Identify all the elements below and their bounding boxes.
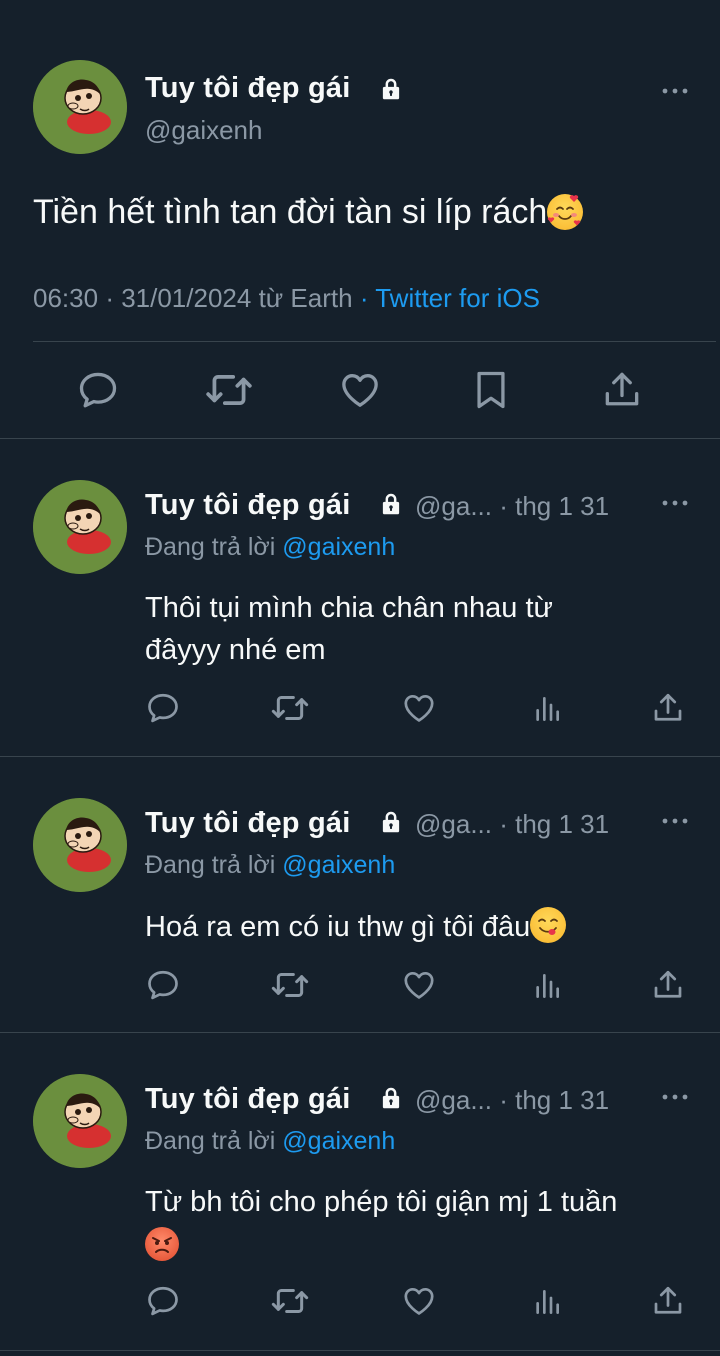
like-icon[interactable] (401, 1283, 437, 1319)
replying-to-mention[interactable]: @gaixenh (282, 851, 395, 879)
like-icon[interactable] (401, 967, 437, 1003)
tweet-text-content: Tiền hết tình tan đời tàn si líp rách (33, 193, 548, 231)
tweet-date[interactable]: 31/01/2024 (121, 283, 251, 313)
tweet-text-line: Từ bh tôi cho phép tôi giận mj 1 tuần (145, 1186, 618, 1218)
replying-to-mention[interactable]: @gaixenh (282, 533, 395, 561)
replying-to: Đang trả lời @gaixenh (145, 533, 395, 562)
bookmark-icon[interactable] (469, 368, 513, 412)
meta-separator-dot: · (359, 283, 376, 313)
avatar[interactable] (33, 798, 127, 892)
avatar-image (33, 60, 127, 154)
share-icon[interactable] (650, 690, 686, 726)
views-icon[interactable] (531, 1286, 563, 1318)
display-name[interactable]: Tuy tôi đẹp gái (145, 807, 350, 840)
lock-icon (378, 1085, 404, 1111)
more-options-icon[interactable] (661, 87, 689, 95)
angry-face-icon (145, 1227, 179, 1261)
views-icon[interactable] (531, 693, 563, 725)
tweet-text: Tiền hết tình tan đời tàn si líp rách (33, 193, 584, 232)
display-name[interactable]: Tuy tôi đẹp gái (145, 1083, 350, 1116)
replying-to: Đang trả lời @gaixenh (145, 851, 395, 880)
avatar-image (33, 480, 127, 574)
like-icon[interactable] (401, 690, 437, 726)
retweet-icon[interactable] (270, 1281, 310, 1321)
reply-icon[interactable] (145, 967, 181, 1003)
divider (0, 438, 720, 439)
user-handle: @ga... · thg 1 31 (415, 491, 609, 522)
tweet-text-line: Thôi tụi mình chia chân nhau từ (145, 592, 553, 624)
meta-separator: · (499, 809, 516, 839)
tweet-date[interactable]: thg 1 31 (515, 809, 609, 839)
display-name[interactable]: Tuy tôi đẹp gái (145, 489, 350, 522)
more-options-icon[interactable] (661, 817, 689, 825)
tweet-text: Từ bh tôi cho phép tôi giận mj 1 tuần (145, 1181, 705, 1265)
replying-to-label: Đang trả lời (145, 1127, 283, 1155)
tweet-text-line: Hoá ra em có iu thw gì tôi đâu (145, 911, 531, 943)
avatar[interactable] (33, 1074, 127, 1168)
user-handle: @ga... · thg 1 31 (415, 809, 609, 840)
tweet-date[interactable]: thg 1 31 (515, 1085, 609, 1115)
meta-separator: · (499, 491, 516, 521)
avatar[interactable] (33, 60, 127, 154)
more-options-icon[interactable] (661, 1093, 689, 1101)
divider (33, 341, 716, 342)
views-icon[interactable] (531, 970, 563, 1002)
tweet-source-link[interactable]: Twitter for iOS (375, 283, 540, 313)
tweet-emoji-line (145, 1223, 705, 1265)
user-handle-short[interactable]: @ga... (415, 809, 492, 839)
like-icon[interactable] (338, 368, 382, 412)
divider (0, 1350, 720, 1351)
share-icon[interactable] (650, 967, 686, 1003)
divider (0, 756, 720, 757)
lock-icon (378, 76, 404, 102)
tweet-date[interactable]: thg 1 31 (515, 491, 609, 521)
tweet-text-line: đâyyy nhé em (145, 634, 326, 666)
tweet-time[interactable]: 06:30 (33, 283, 98, 313)
replying-to-label: Đang trả lời (145, 533, 283, 561)
avatar[interactable] (33, 480, 127, 574)
replying-to-label: Đang trả lời (145, 851, 283, 879)
user-handle-short[interactable]: @ga... (415, 1085, 492, 1115)
retweet-icon[interactable] (204, 365, 254, 415)
replying-to-mention[interactable]: @gaixenh (282, 1127, 395, 1155)
replying-to: Đang trả lời @gaixenh (145, 1127, 395, 1156)
share-icon[interactable] (600, 368, 644, 412)
avatar-image (33, 1074, 127, 1168)
smiling-face-with-hearts-icon (547, 194, 584, 230)
more-options-icon[interactable] (661, 499, 689, 507)
divider (0, 1032, 720, 1033)
user-handle[interactable]: @gaixenh (145, 115, 262, 146)
avatar-image (33, 798, 127, 892)
meta-separator: · (105, 283, 122, 313)
tweet-text: Hoá ra em có iu thw gì tôi đâu (145, 906, 705, 948)
retweet-icon[interactable] (270, 965, 310, 1005)
display-name[interactable]: Tuy tôi đẹp gái (145, 72, 350, 105)
tweet-meta: 06:30 · 31/01/2024 từ Earth · Twitter fo… (33, 283, 540, 314)
user-handle: @ga... · thg 1 31 (415, 1085, 609, 1116)
user-handle-short[interactable]: @ga... (415, 491, 492, 521)
face-savoring-food-icon (530, 907, 567, 943)
lock-icon (378, 809, 404, 835)
tweet-location: từ Earth (258, 283, 353, 313)
share-icon[interactable] (650, 1283, 686, 1319)
reply-icon[interactable] (76, 368, 120, 412)
lock-icon (378, 491, 404, 517)
meta-separator: · (499, 1085, 516, 1115)
reply-icon[interactable] (145, 1283, 181, 1319)
tweet-text: Thôi tụi mình chia chân nhau từ đâyyy nh… (145, 587, 705, 671)
retweet-icon[interactable] (270, 688, 310, 728)
reply-icon[interactable] (145, 690, 181, 726)
